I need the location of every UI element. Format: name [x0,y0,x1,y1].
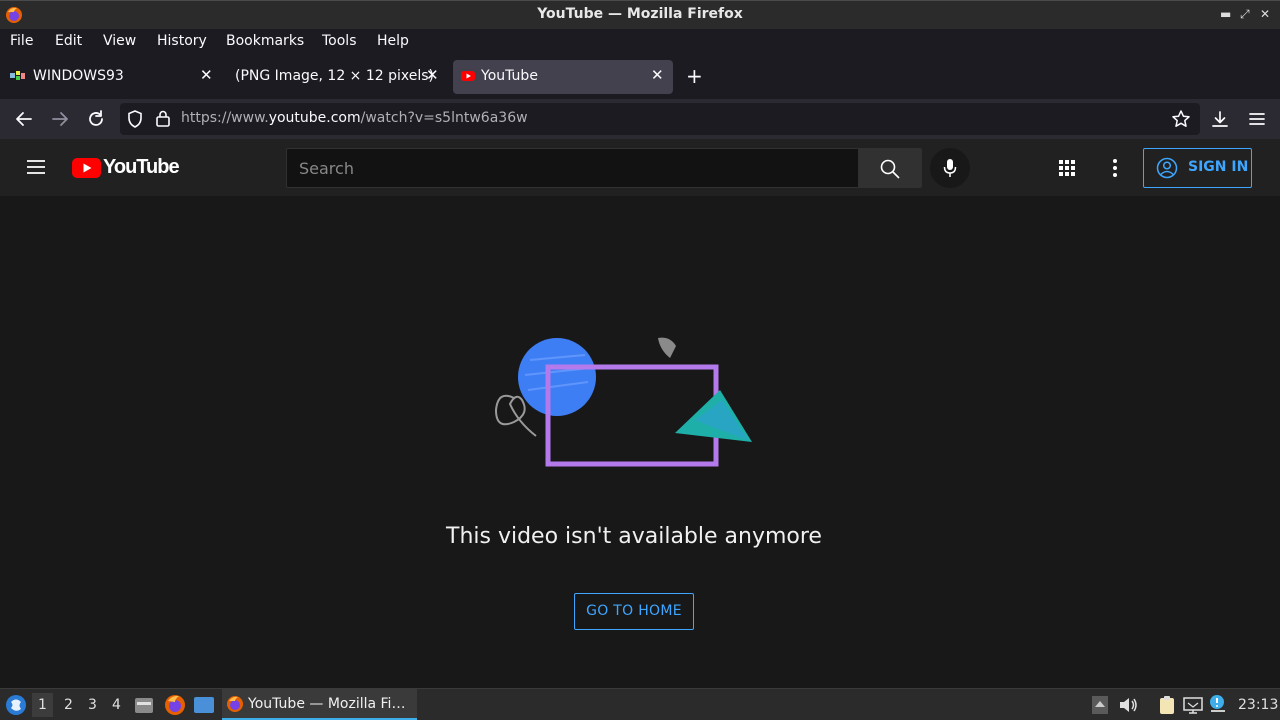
go-to-home-button[interactable]: GO TO HOME [574,593,694,630]
youtube-logo-icon [72,158,101,178]
sign-in-label: SIGN IN [1188,159,1249,175]
tab-youtube[interactable]: YouTube ✕ [453,60,673,94]
clipboard-icon[interactable] [1157,695,1177,715]
account-icon [1156,157,1178,179]
close-tab-icon[interactable]: ✕ [651,66,664,84]
apps-grid-icon[interactable] [1058,159,1076,177]
desktop-icon[interactable] [193,695,215,715]
clock: 23:13 [1238,697,1279,713]
menu-tools[interactable]: Tools [322,33,357,49]
menu-help[interactable]: Help [377,33,409,49]
more-options-icon[interactable] [1110,158,1120,178]
search-box [286,148,858,188]
minimize-icon[interactable]: ▬ [1220,7,1231,21]
go-to-home-label: GO TO HOME [586,603,682,619]
unavailable-illustration [494,337,752,467]
close-window-icon[interactable]: ✕ [1260,7,1270,21]
tray-arrow-icon[interactable] [1092,696,1108,714]
lock-icon[interactable] [155,109,171,129]
workspace-1[interactable]: 1 [32,693,53,717]
tab-label: YouTube [481,68,538,84]
firefox-task-icon [227,696,243,712]
back-icon[interactable] [13,108,35,130]
workspace-4[interactable]: 4 [112,697,121,713]
tab-windows93[interactable]: WINDOWS93 ✕ [2,60,220,94]
search-icon [880,159,900,179]
window-titlebar: YouTube — Mozilla Firefox ▬ ⤢ ✕ [0,0,1280,29]
close-tab-icon[interactable]: ✕ [200,66,213,84]
search-input[interactable] [287,149,858,187]
file-manager-icon[interactable] [134,695,154,715]
volume-icon[interactable] [1118,695,1138,715]
start-menu-icon[interactable] [5,694,27,716]
microphone-icon [943,159,957,177]
url-text[interactable]: https://www.youtube.com/watch?v=s5lntw6a… [181,110,528,126]
window-title: YouTube — Mozilla Firefox [537,6,743,22]
sign-in-button[interactable]: SIGN IN [1143,148,1252,188]
downloads-icon[interactable] [1210,109,1230,129]
bookmark-star-icon[interactable] [1171,109,1191,129]
close-tab-icon[interactable]: ✕ [426,66,439,84]
unavailable-message: This video isn't available anymore [446,524,822,549]
menu-file[interactable]: File [10,33,33,49]
voice-search-button[interactable] [930,148,970,188]
network-icon[interactable] [1183,695,1203,715]
guide-menu-icon[interactable] [26,158,46,176]
menu-view[interactable]: View [103,33,136,49]
notification-icon[interactable] [1209,694,1227,714]
search-button[interactable] [858,148,922,188]
shield-icon[interactable] [126,109,144,129]
maximize-icon[interactable]: ⤢ [1240,7,1250,22]
menu-bookmarks[interactable]: Bookmarks [226,33,304,49]
task-label: YouTube — Mozilla Fi… [248,696,406,712]
reload-icon[interactable] [85,108,107,130]
hamburger-menu-icon[interactable] [1247,109,1267,129]
workspace-2[interactable]: 2 [64,697,73,713]
new-tab-icon[interactable]: + [686,66,703,86]
menu-history[interactable]: History [157,33,207,49]
firefox-launcher-icon[interactable] [164,694,186,716]
forward-icon[interactable] [49,108,71,130]
task-firefox-window[interactable]: YouTube — Mozilla Fi… [222,689,417,720]
menu-edit[interactable]: Edit [55,33,82,49]
tab-label: (PNG Image, 12 × 12 pixels) [235,68,435,84]
workspace-3[interactable]: 3 [88,697,97,713]
taskbar: 1 2 3 4 YouTube — Mozilla Fi… 23:13 [0,688,1280,720]
youtube-favicon-icon [461,71,475,81]
tab-png-image[interactable]: (PNG Image, 12 × 12 pixels) ✕ [222,60,450,94]
tab-bar: WINDOWS93 ✕ (PNG Image, 12 × 12 pixels) … [0,54,1280,99]
windows93-favicon-icon [10,71,25,80]
tab-label: WINDOWS93 [33,68,124,84]
youtube-logo-text: YouTube [103,156,180,178]
menu-bar: File Edit View History Bookmarks Tools H… [0,29,1280,54]
